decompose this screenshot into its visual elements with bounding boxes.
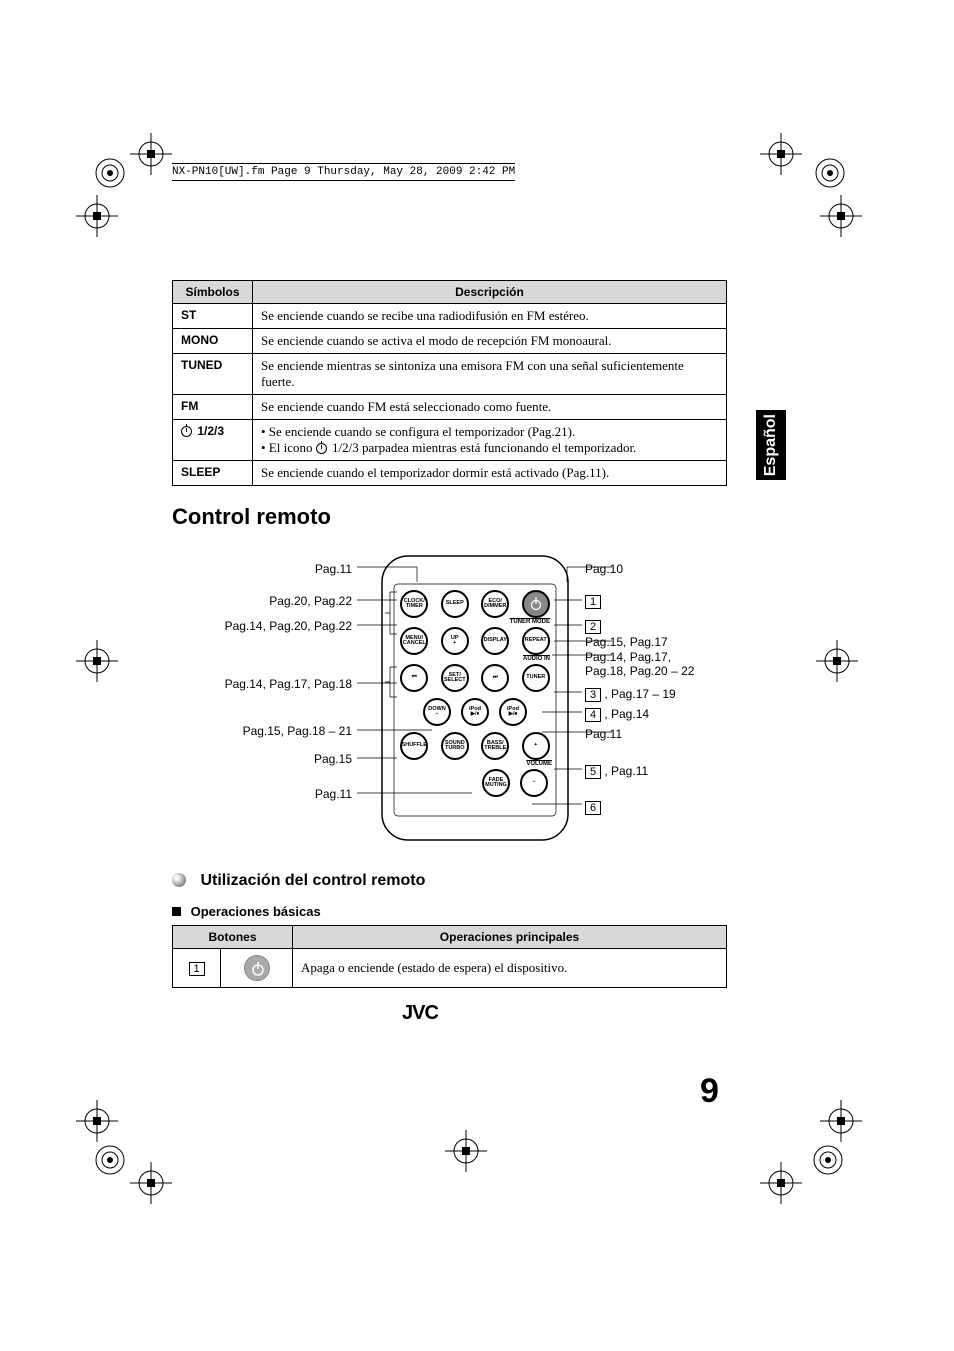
power-button xyxy=(522,590,550,618)
prev-track-button: ⏮ xyxy=(400,664,428,692)
tuner-mode-label: TUNER MODE xyxy=(394,619,556,625)
display-button: DISPLAY xyxy=(481,627,509,655)
subheading-usage: Utilización del control remoto xyxy=(172,872,727,890)
numbered-box: 1 xyxy=(189,962,205,976)
desc-cell: • Se enciende cuando se configura el tem… xyxy=(253,420,727,461)
shuffle-button: SHUFFLE xyxy=(400,732,428,760)
symbols-head-symbol: Símbolos xyxy=(173,281,253,304)
table-row: SLEEP Se enciende cuando el temporizador… xyxy=(173,461,727,486)
set-select-button: SET/ SELECT xyxy=(441,664,469,692)
symbol-cell: 1/2/3 xyxy=(173,420,253,461)
tuner-button: TUNER xyxy=(522,664,550,692)
subheading-basic: Operaciones básicas xyxy=(172,904,727,919)
symbol-cell: SLEEP xyxy=(173,461,253,486)
language-tab-text: Español xyxy=(762,414,780,476)
symbol-cell: MONO xyxy=(173,329,253,354)
repeat-button: REPEAT xyxy=(522,627,550,655)
sound-turbo-button: SOUND TURBO xyxy=(441,732,469,760)
register-mark-right xyxy=(820,195,862,237)
volume-label: VOLUME xyxy=(394,761,556,767)
desc-cell: Se enciende cuando FM está seleccionado … xyxy=(253,395,727,420)
volume-down-button: − xyxy=(520,769,548,797)
section-remote-heading: Control remoto xyxy=(172,504,727,530)
table-row: MONO Se enciende cuando se activa el mod… xyxy=(173,329,727,354)
register-mark-top-left xyxy=(130,133,172,175)
symbol-cell: FM xyxy=(173,395,253,420)
timer-icon xyxy=(181,426,192,437)
register-mark-bot-center xyxy=(445,1130,487,1172)
desc-cell: Se enciende mientras se sintoniza una em… xyxy=(253,354,727,395)
volume-up-button: + xyxy=(522,732,550,760)
sleep-button: SLEEP xyxy=(441,590,469,618)
table-row: 1/2/3 • Se enciende cuando se configura … xyxy=(173,420,727,461)
eco-dimmer-button: ECO/ DIMMER xyxy=(481,590,509,618)
up-button: UP + xyxy=(441,627,469,655)
ops-desc-cell: Apaga o enciende (estado de espera) el d… xyxy=(293,949,727,988)
symbols-head-desc: Descripción xyxy=(253,281,727,304)
table-row: FM Se enciende cuando FM está selecciona… xyxy=(173,395,727,420)
remote-body: CLOCK/ TIMER SLEEP ECO/ DIMMER TUNER MOD… xyxy=(394,584,556,797)
next-track-button: ⏭ xyxy=(481,664,509,692)
clock-timer-button: CLOCK/ TIMER xyxy=(400,590,428,618)
ipod-play-pause-button: iPod ▶/⏸ xyxy=(461,698,489,726)
register-mark-br2 xyxy=(760,1162,802,1204)
symbol-text: 1/2/3 xyxy=(197,424,224,438)
sphere-bullet-icon xyxy=(172,873,186,887)
register-mark-bot-left xyxy=(76,1100,118,1142)
operations-table: Botones Operaciones principales 1 Apaga … xyxy=(172,925,727,988)
symbol-cell: ST xyxy=(173,304,253,329)
desc-cell: Se enciende cuando se recibe una radiodi… xyxy=(253,304,727,329)
register-mark-mid-right xyxy=(816,640,858,682)
language-tab: Español xyxy=(756,410,786,480)
timer-icon xyxy=(316,443,327,454)
menu-cancel-button: MENU/ CANCEL xyxy=(400,627,428,655)
symbols-table: Símbolos Descripción ST Se enciende cuan… xyxy=(172,280,727,486)
desc-cell: Se enciende cuando se activa el modo de … xyxy=(253,329,727,354)
button-icon-cell xyxy=(221,949,293,988)
table-row: ST Se enciende cuando se recibe una radi… xyxy=(173,304,727,329)
fade-muting-button: FADE MUTING xyxy=(482,769,510,797)
bass-treble-button: BASS/ TREBLE xyxy=(481,732,509,760)
page-filename-header: NX-PN10[UW].fm Page 9 Thursday, May 28, … xyxy=(172,163,515,181)
table-row: TUNED Se enciende mientras se sintoniza … xyxy=(173,354,727,395)
ops-head-ops: Operaciones principales xyxy=(293,926,727,949)
power-button-icon xyxy=(244,955,270,981)
square-bullet-icon xyxy=(172,907,181,916)
ops-head-buttons: Botones xyxy=(173,926,293,949)
print-mark-top-right xyxy=(805,153,855,193)
remote-diagram: Pag.11Pag.20, Pag.22Pag.14, Pag.20, Pag.… xyxy=(172,542,727,862)
register-mark-left xyxy=(76,195,118,237)
audio-in-label: AUDIO IN xyxy=(394,656,556,662)
ipod-play-stop-button: iPod ▶/⏹ xyxy=(499,698,527,726)
jvc-logo: JVC xyxy=(402,1002,438,1025)
register-mark-bot-right xyxy=(820,1100,862,1142)
symbol-cell: TUNED xyxy=(173,354,253,395)
register-mark-top-right xyxy=(760,133,802,175)
desc-cell: Se enciende cuando el temporizador dormi… xyxy=(253,461,727,486)
page-number: 9 xyxy=(700,1072,719,1111)
button-num-cell: 1 xyxy=(173,949,221,988)
table-row: 1 Apaga o enciende (estado de espera) el… xyxy=(173,949,727,988)
print-mark-bot-right xyxy=(803,1140,853,1180)
down-button: DOWN − xyxy=(423,698,451,726)
register-mark-bl2 xyxy=(130,1162,172,1204)
register-mark-mid-left xyxy=(76,640,118,682)
